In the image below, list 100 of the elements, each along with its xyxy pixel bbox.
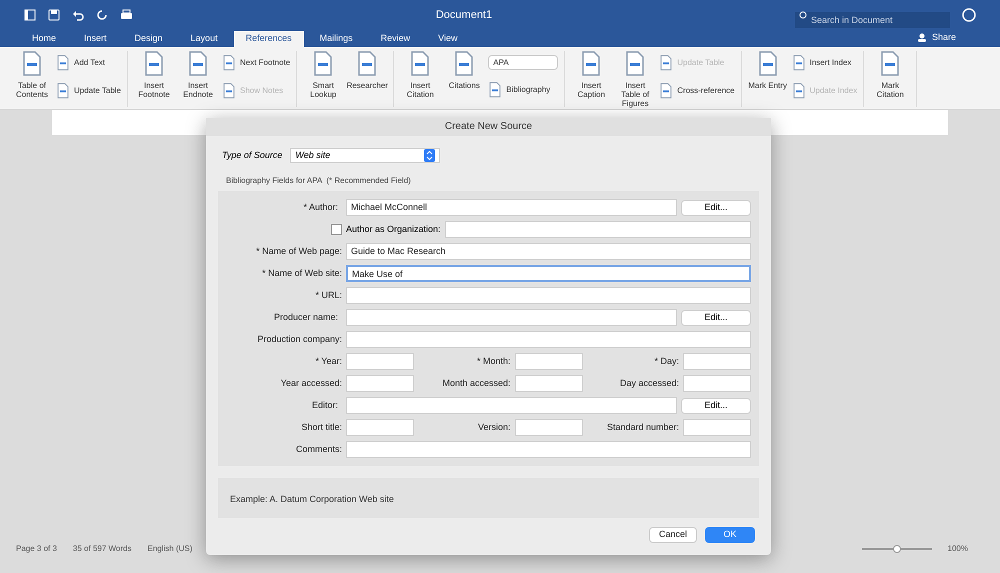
ribbon-tab[interactable]: Review <box>368 31 422 47</box>
ribbon-button[interactable]: Cross-reference <box>659 83 735 99</box>
ribbon-button[interactable]: Update Table <box>56 83 121 99</box>
ribbon-button[interactable]: Researcher <box>347 51 388 90</box>
text-field[interactable] <box>346 419 414 436</box>
document-icon <box>879 51 902 77</box>
language-label: English (US) <box>147 543 192 555</box>
ribbon-tab[interactable]: Mailings <box>308 31 365 47</box>
checkbox[interactable] <box>331 224 342 235</box>
section-note: (* Recommended Field) <box>326 175 411 187</box>
text-field[interactable] <box>444 221 751 238</box>
ribbon-button[interactable]: Table of Contents <box>12 51 52 99</box>
ribbon-tab[interactable]: Layout <box>178 31 230 47</box>
print-icon[interactable] <box>120 9 133 21</box>
type-select[interactable]: Web site <box>290 148 440 163</box>
undo-icon[interactable] <box>72 9 84 21</box>
style-select[interactable]: APA <box>488 55 558 70</box>
ribbon-button[interactable]: Insert Table of Figures <box>615 51 656 108</box>
text-field[interactable] <box>346 287 751 304</box>
document-icon <box>409 51 432 77</box>
text-field[interactable] <box>683 419 751 436</box>
ribbon-button[interactable]: Insert Footnote <box>134 51 174 99</box>
field-label: Production company: <box>256 332 343 346</box>
field-label: * Name of Web page: <box>255 244 343 258</box>
person-icon <box>918 32 928 42</box>
ribbon-button[interactable]: Smart Lookup <box>303 51 344 99</box>
text-field[interactable]: Make Use of <box>346 265 751 282</box>
ribbon-button[interactable]: Insert Endnote <box>178 51 218 99</box>
cancel-button[interactable]: Cancel <box>649 527 697 543</box>
field-label: Year accessed: <box>280 376 343 390</box>
text-field[interactable] <box>346 353 414 370</box>
section-label: Bibliography Fields for APA <box>226 175 322 187</box>
edit-button[interactable]: Edit... <box>681 200 751 216</box>
field-label: Standard number: <box>606 420 680 434</box>
text-field[interactable] <box>346 309 677 326</box>
ribbon-tab[interactable]: Insert <box>72 31 119 47</box>
field-label: Producer name: <box>272 310 339 324</box>
ribbon-button[interactable]: Citations <box>444 51 484 90</box>
ribbon-button[interactable]: Mark Citation <box>870 51 910 99</box>
text-field[interactable] <box>683 353 751 370</box>
field-label: * Name of Web site: <box>261 266 343 280</box>
ribbon-button[interactable]: Insert Index <box>792 55 858 71</box>
document-icon <box>56 83 70 99</box>
text-field[interactable] <box>514 419 582 436</box>
ribbon-button[interactable]: Mark Entry <box>748 51 788 90</box>
search-field[interactable]: Search in Document <box>795 12 950 28</box>
ribbon-button[interactable]: Bibliography <box>488 82 558 98</box>
ribbon-button[interactable]: Insert Caption <box>571 51 612 99</box>
document-icon <box>488 82 502 98</box>
search-icon <box>799 11 808 20</box>
ribbon-button[interactable]: Next Footnote <box>222 55 290 71</box>
field-label: Month accessed: <box>441 376 512 390</box>
text-field[interactable] <box>683 375 751 392</box>
ribbon-tab[interactable]: Design <box>122 31 175 47</box>
document-icon <box>21 51 43 77</box>
text-field[interactable]: Michael McConnell <box>346 199 677 216</box>
type-label: Type of Source <box>222 148 282 162</box>
share-button[interactable]: Share <box>918 30 956 44</box>
stepper-icon <box>424 149 436 162</box>
field-label: Editor: <box>310 398 339 412</box>
document-icon <box>222 55 236 71</box>
word-count: 35 of 597 Words <box>72 543 132 555</box>
text-field[interactable]: Guide to Mac Research <box>346 243 751 260</box>
example-text: Example: A. Datum Corporation Web site <box>230 494 394 504</box>
ribbon-button[interactable]: Add Text <box>56 55 121 71</box>
text-field[interactable] <box>514 375 582 392</box>
window-title: Document1 <box>434 8 494 23</box>
ribbon-tab[interactable]: Home <box>20 31 68 47</box>
text-field[interactable] <box>346 331 751 348</box>
field-label: * URL: <box>314 288 343 302</box>
field-label: * Year: <box>314 354 343 368</box>
text-field[interactable] <box>346 441 751 458</box>
text-field[interactable] <box>514 353 582 370</box>
ok-button[interactable]: OK <box>705 527 755 543</box>
ribbon-tab[interactable]: References <box>234 31 304 47</box>
document-icon <box>756 51 779 77</box>
document-icon <box>356 51 378 77</box>
dialog-title: Create New Source <box>206 118 771 136</box>
sidebar-icon[interactable] <box>24 9 36 21</box>
document-icon <box>453 51 476 77</box>
page-count: Page 3 of 3 <box>16 543 57 555</box>
edit-button[interactable]: Edit... <box>681 310 751 326</box>
text-field[interactable] <box>346 397 677 414</box>
ribbon-tab[interactable]: View <box>426 31 470 47</box>
document-icon <box>659 83 674 99</box>
save-icon[interactable] <box>48 9 60 21</box>
zoom-thumb[interactable] <box>892 545 901 553</box>
ribbon-button[interactable]: Insert Citation <box>400 51 440 99</box>
zoom-level: 100% <box>948 543 968 555</box>
field-label: Version: <box>476 420 512 434</box>
field-label: Comments: <box>294 442 343 456</box>
document-icon <box>792 83 806 99</box>
document-icon <box>56 55 70 71</box>
text-field[interactable] <box>346 375 414 392</box>
document-icon <box>312 51 334 77</box>
document-icon <box>792 55 806 71</box>
redo-icon[interactable] <box>96 9 108 21</box>
field-label: Short title: <box>300 420 343 434</box>
edit-button[interactable]: Edit... <box>681 398 751 414</box>
field-label: * Author: <box>302 200 339 214</box>
